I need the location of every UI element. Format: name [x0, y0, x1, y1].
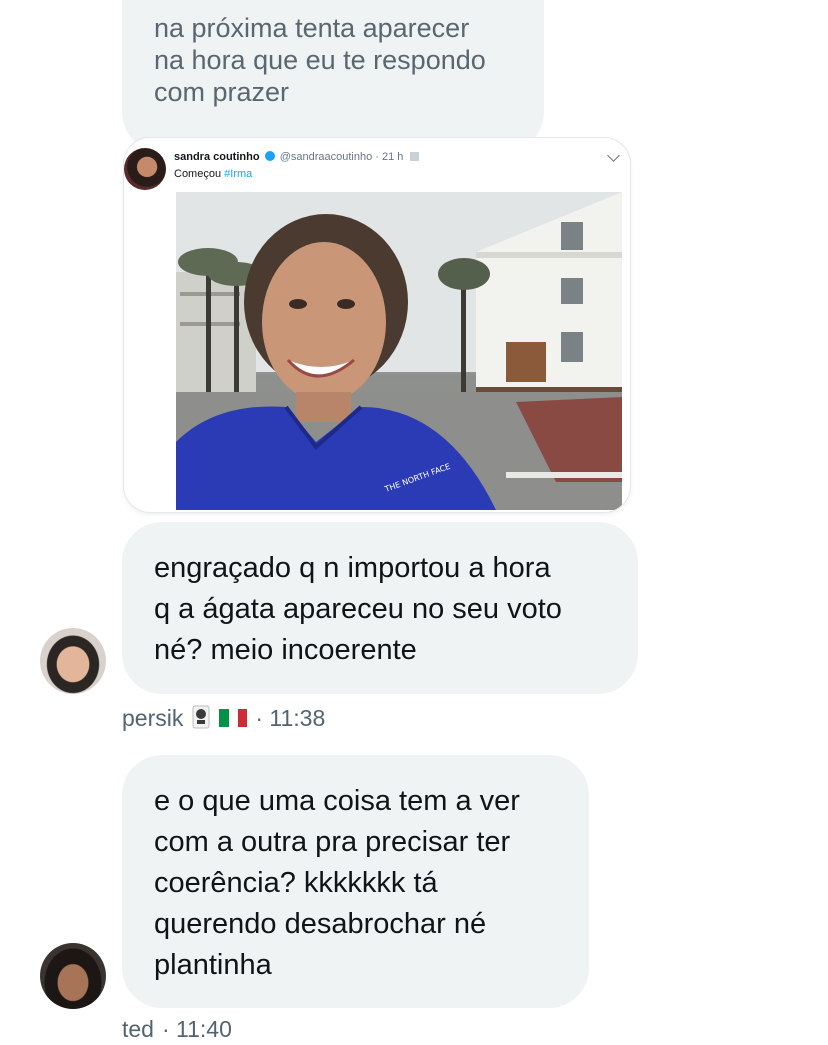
verified-badge-icon	[264, 151, 275, 161]
avatar[interactable]	[40, 943, 106, 1009]
message-bubble-received: engraçado q n importou a hora q a ágata …	[122, 522, 638, 694]
message-line: engraçado q n importou a hora	[154, 552, 551, 584]
author-name[interactable]: ted	[122, 1016, 154, 1043]
tweet-text-body: Começou	[174, 168, 225, 180]
italy-flag-icon	[219, 709, 248, 727]
message-line: com a outra pra precisar ter	[154, 826, 511, 858]
message-time: · 11:40	[161, 1016, 232, 1042]
message-bubble-received: na próxima tenta aparecer na hora que eu…	[122, 0, 544, 152]
street-selfie-illustration: THE NORTH FACE	[176, 192, 622, 510]
avatar[interactable]	[40, 628, 106, 694]
message-meta: persik · 11:38	[122, 704, 325, 732]
tweet-author-name: sandra coutinho	[174, 151, 260, 163]
media-icon	[410, 152, 420, 161]
tweet-text: Começou #Irma	[174, 168, 252, 180]
message-bubble-received: e o que uma coisa tem a ver com a outra …	[122, 755, 589, 1008]
message-line: querendo desabrochar né	[154, 908, 487, 940]
chevron-down-icon	[607, 149, 620, 162]
message-line: plantinha	[154, 949, 272, 981]
shared-tweet-image[interactable]: sandra coutinho @sandraacoutinho · 21 h …	[124, 138, 630, 512]
tweet-hashtag: #Irma	[224, 168, 253, 180]
tweet-photo: THE NORTH FACE	[176, 192, 622, 510]
tweet-author-handle: @sandraacoutinho · 21 h	[279, 151, 404, 163]
message-line: q a ágata apareceu no seu voto	[154, 593, 562, 625]
tweet-author: sandra coutinho @sandraacoutinho · 21 h	[174, 151, 420, 163]
message-line: e o que uma coisa tem a ver	[154, 785, 520, 817]
author-name[interactable]: persik	[122, 705, 183, 732]
message-line: coerência? kkkkkkk tá	[154, 867, 438, 899]
message-line: com prazer	[154, 77, 290, 107]
tweet-author-avatar	[124, 148, 166, 190]
pin-icon	[191, 704, 211, 732]
message-line: na hora que eu te respondo	[154, 45, 486, 75]
message-time: · 11:38	[255, 704, 326, 731]
message-meta: ted · 11:40	[122, 1016, 232, 1043]
message-line: na próxima tenta aparecer	[154, 13, 470, 43]
message-line: né? meio incoerente	[154, 634, 417, 666]
